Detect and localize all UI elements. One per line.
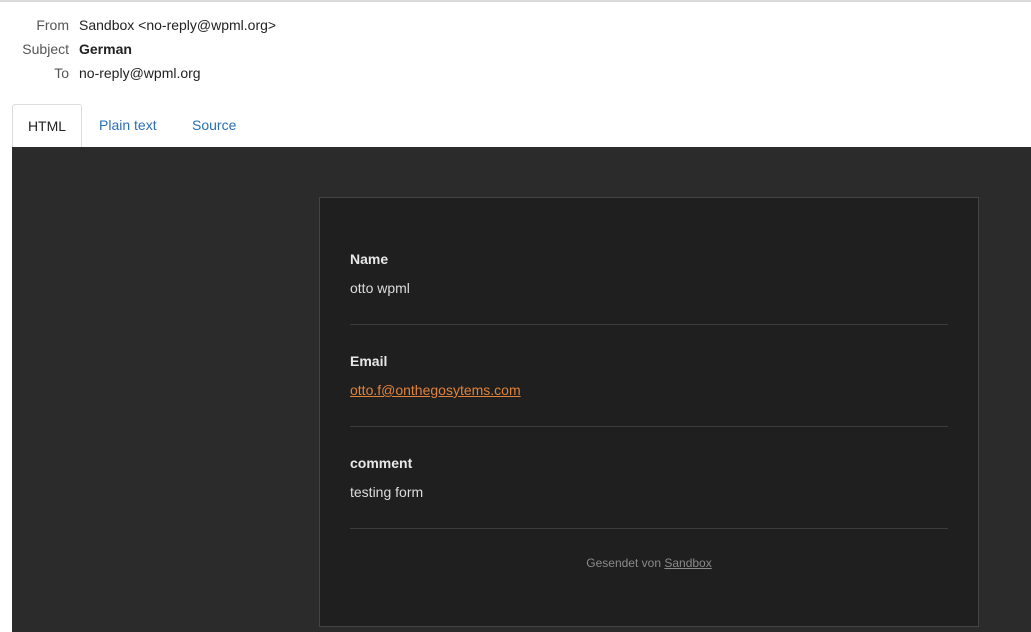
email-footer: Gesendet von Sandbox (320, 556, 978, 570)
field-comment-label: comment (350, 455, 413, 471)
email-link[interactable]: otto.f@onthegosytems.com (350, 382, 521, 398)
field-name-label: Name (350, 251, 389, 267)
divider (350, 528, 948, 529)
html-preview-pane[interactable]: Name otto wpml Email otto.f@onthegosytem… (12, 147, 1031, 632)
top-border (0, 0, 1031, 2)
divider (350, 426, 948, 427)
footer-sandbox-link[interactable]: Sandbox (664, 556, 711, 570)
to-label: To (54, 65, 69, 81)
subject-label: Subject (22, 41, 69, 57)
divider (350, 324, 948, 325)
footer-prefix: Gesendet von (586, 556, 665, 570)
field-email: Email otto.f@onthegosytems.com (350, 351, 948, 400)
email-card: Name otto wpml Email otto.f@onthegosytem… (319, 197, 979, 627)
field-email-value: otto.f@onthegosytems.com (350, 380, 948, 400)
to-value: no-reply@wpml.org (79, 65, 201, 81)
tab-source[interactable]: Source (192, 104, 236, 146)
field-comment-value: testing form (350, 484, 424, 500)
field-email-label: Email (350, 353, 388, 369)
field-comment: comment testing form (350, 453, 948, 502)
tab-html[interactable]: HTML (12, 104, 82, 149)
from-label: From (36, 17, 69, 33)
tab-plain-text[interactable]: Plain text (99, 104, 157, 146)
field-name-value: otto wpml (350, 280, 410, 296)
from-value: Sandbox <no-reply@wpml.org> (79, 17, 277, 33)
field-name: Name otto wpml (350, 249, 948, 298)
view-tabs: HTML Plain text Source (12, 104, 1031, 149)
subject-value: German (79, 41, 132, 57)
